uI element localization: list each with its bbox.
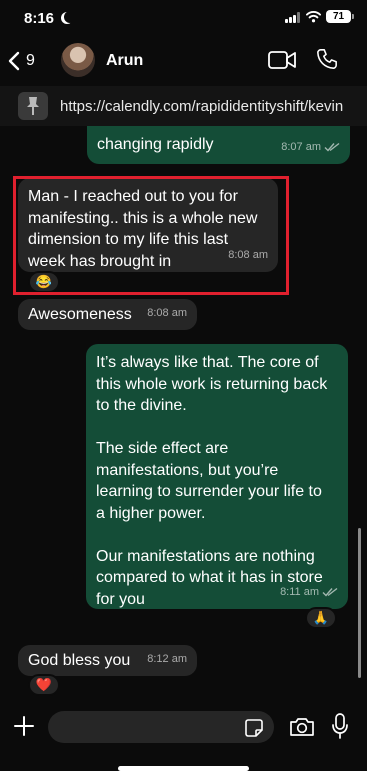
status-time: 8:16 [24,10,55,27]
message-bubble-incoming[interactable]: Awesomeness 8:08 am [18,299,197,330]
back-button[interactable]: 9 [8,48,48,74]
reaction-badge[interactable]: 🙏 [305,607,337,629]
signal-icon [285,12,301,23]
message-meta: 8:07 am [281,137,340,159]
moon-icon [64,11,76,23]
message-time: 8:11 am [280,585,319,598]
pinned-message-bar[interactable]: https://calendly.com/rapididentityshift/… [0,86,367,126]
message-meta: 8:08 am [147,303,187,325]
chat-header: 9 Arun [0,38,367,84]
plus-icon[interactable] [13,715,35,737]
phone-icon[interactable] [316,48,338,70]
chevron-left-icon [8,51,20,71]
home-indicator[interactable] [118,766,249,771]
read-receipt-icon [324,143,340,152]
avatar[interactable] [61,43,95,77]
sticker-icon[interactable] [244,718,264,738]
message-bubble-outgoing[interactable]: changing rapidly 8:07 am [87,126,350,164]
message-composer [0,708,367,758]
camera-icon[interactable] [289,716,315,738]
unread-count: 9 [26,52,35,69]
message-time: 8:08 am [147,306,187,319]
read-receipt-icon [322,588,338,597]
message-bubble-incoming[interactable]: God bless you 8:12 am [18,645,197,676]
microphone-icon[interactable] [331,713,349,740]
contact-name[interactable]: Arun [106,52,143,70]
video-call-icon[interactable] [268,50,296,70]
scrollbar[interactable] [358,528,361,678]
reaction-badge[interactable]: ❤️ [28,674,60,696]
pin-icon [18,92,48,120]
wifi-icon [306,11,321,23]
message-meta: 8:11 am [280,582,338,604]
message-time: 8:07 am [281,140,321,153]
message-text: It’s always like that. The core of this … [96,354,328,608]
message-bubble-outgoing[interactable]: It’s always like that. The core of this … [86,344,348,609]
status-bar: 8:16 71 [0,0,367,34]
message-meta: 8:12 am [147,649,187,671]
message-time: 8:12 am [147,652,187,665]
pinned-link[interactable]: https://calendly.com/rapididentityshift/… [60,98,343,115]
highlight-frame [13,176,289,295]
message-input[interactable] [48,711,274,743]
battery-icon: 71 [326,10,354,23]
